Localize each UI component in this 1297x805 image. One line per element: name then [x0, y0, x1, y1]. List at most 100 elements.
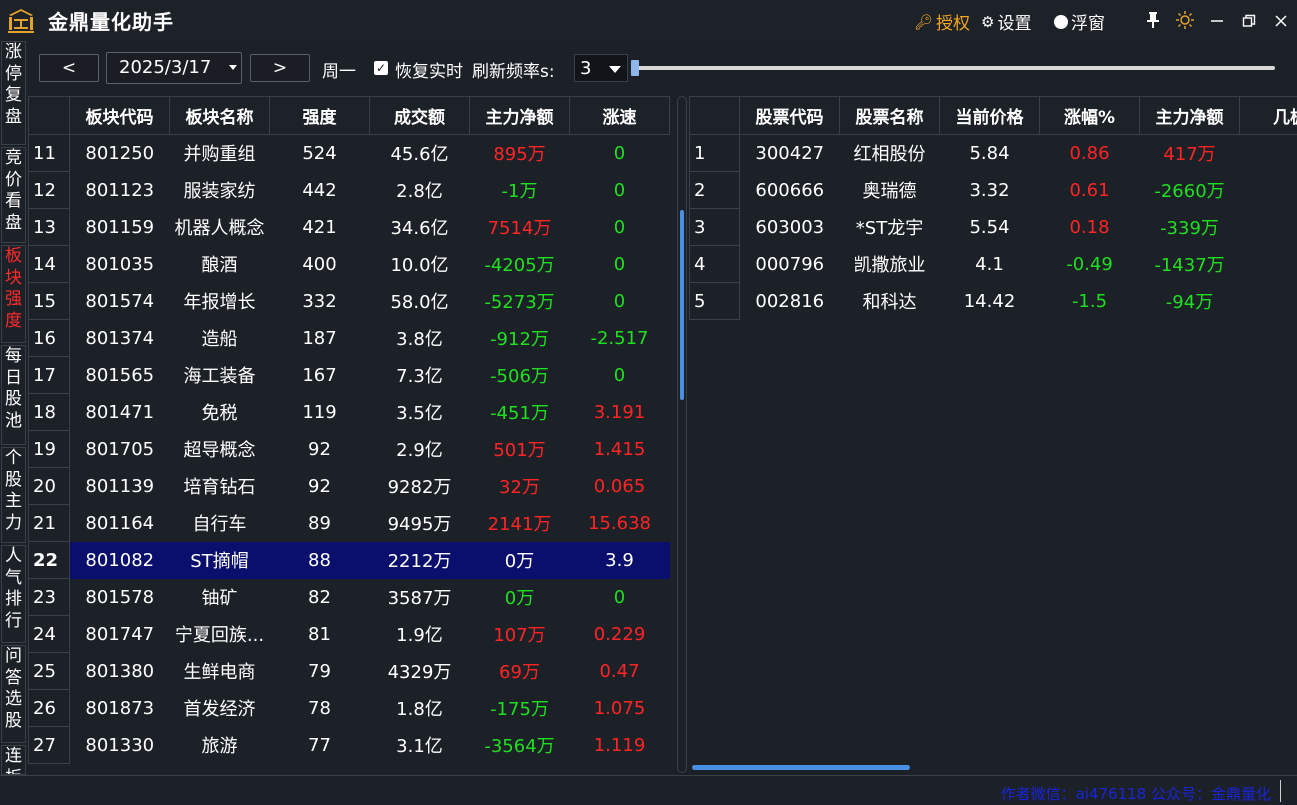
table-row[interactable]: 19 801705 超导概念 92 2.9亿 501万 1.415	[28, 430, 670, 468]
app-title: 金鼎量化助手	[48, 10, 174, 34]
column-header[interactable]	[689, 96, 740, 135]
prev-date-button[interactable]: <	[39, 54, 99, 82]
table-row[interactable]: 27 801330 旅游 77 3.1亿 -3564万 1.119	[28, 726, 670, 764]
table-row[interactable]: 21 801164 自行车 89 9495万 2141万 15.638	[28, 504, 670, 542]
cell-code: 801873	[85, 697, 155, 719]
vertical-scrollbar[interactable]	[677, 96, 687, 773]
cell-amount: 1.9亿	[396, 625, 443, 646]
cell-speed: 0	[613, 142, 626, 164]
minimize-icon[interactable]	[1210, 14, 1224, 28]
column-header[interactable]: 强度	[269, 96, 370, 135]
table-row[interactable]: 15 801574 年报增长 332 58.0亿 -5273万 0	[28, 282, 670, 320]
table-row[interactable]: 16 801374 造船 187 3.8亿 -912万 -2.517	[28, 319, 670, 357]
table-row[interactable]: 11 801250 并购重组 524 45.6亿 895万 0	[28, 134, 670, 172]
cell-code: 600666	[755, 179, 825, 201]
cell-strength: 92	[308, 475, 331, 497]
cell-net: -1437万	[1154, 255, 1225, 276]
cell-code: 801574	[85, 290, 155, 312]
restore-realtime-checkbox[interactable]: ✓	[374, 61, 388, 75]
table-row[interactable]: 13 801159 机器人概念 421 34.6亿 7514万 0	[28, 208, 670, 246]
cell-amount: 1.8亿	[396, 699, 443, 720]
horizontal-scrollbar[interactable]	[690, 763, 1297, 773]
column-header[interactable]: 股票代码	[739, 96, 840, 135]
sidebar-item-daily-pool[interactable]: 每日股池	[1, 345, 26, 445]
sidebar-item-auction-watch[interactable]: 竞价看盘	[1, 147, 26, 243]
column-header[interactable]: 涨幅%	[1039, 96, 1140, 135]
cell-strength: 81	[308, 623, 331, 645]
float-window-button[interactable]: 浮窗	[1054, 9, 1105, 34]
cell-name: 培育钻石	[183, 477, 256, 498]
cell-speed: 0.065	[593, 475, 646, 497]
table-row[interactable]: 23 801578 铀矿 82 3587万 0万 0	[28, 578, 670, 616]
cell-strength: 78	[308, 697, 331, 719]
table-row[interactable]: 24 801747 宁夏回族... 81 1.9亿 107万 0.229	[28, 615, 670, 653]
cell-amount: 34.6亿	[390, 218, 449, 239]
close-icon[interactable]	[1274, 14, 1288, 28]
column-header[interactable]: 板块代码	[69, 96, 170, 135]
column-header[interactable]: 板块名称	[169, 96, 270, 135]
refresh-rate-select[interactable]: 3	[574, 54, 628, 82]
title-bar: 金鼎量化助手 🔑︎ 授权 ⚙ 设置 浮窗	[0, 0, 1297, 40]
table-row[interactable]: 20 801139 培育钻石 92 9282万 32万 0.065	[28, 467, 670, 505]
theme-sun-icon[interactable]	[1176, 11, 1194, 29]
sidebar-item-limit-up-review[interactable]: 涨停复盘	[1, 41, 26, 145]
sidebar-item-qa-stock-pick[interactable]: 问答选股	[1, 645, 26, 743]
cell-amount: 9282万	[387, 477, 452, 498]
column-header[interactable]: 几板	[1239, 96, 1297, 135]
column-header[interactable]: 成交额	[369, 96, 470, 135]
cell-amount: 45.6亿	[390, 144, 449, 166]
settings-button[interactable]: ⚙ 设置	[981, 9, 1032, 35]
table-row[interactable]: 12 801123 服装家纺 442 2.8亿 -1万 0	[28, 171, 670, 209]
column-header[interactable]: 主力净额	[1139, 96, 1240, 135]
auth-button[interactable]: 🔑︎ 授权	[914, 9, 970, 35]
table-row[interactable]: 14 801035 酿酒 400 10.0亿 -4205万 0	[28, 245, 670, 283]
column-header[interactable]: 股票名称	[839, 96, 940, 135]
table-row[interactable]: 22 801082 ST摘帽 88 2212万 0万 3.9	[28, 541, 670, 579]
table-row[interactable]: 17 801565 海工装备 167 7.3亿 -506万 0	[28, 356, 670, 394]
column-header[interactable]: 主力净额	[469, 96, 570, 135]
cell-name: 服装家纺	[183, 181, 256, 202]
sidebar-item-popularity-rank[interactable]: 人气排行	[1, 545, 26, 643]
scrollbar-thumb[interactable]	[680, 210, 684, 400]
sector-table-panel: 板块代码 板块名称 强度 成交额 主力净额 涨速 11 801250 并购重组 524 45.6亿…	[28, 96, 670, 774]
table-row[interactable]: 26 801873 首发经济 78 1.8亿 -175万 1.075	[28, 689, 670, 727]
table-row[interactable]: 18 801471 免税 119 3.5亿 -451万 3.191	[28, 393, 670, 431]
slider-track[interactable]	[635, 66, 1275, 70]
slider-thumb[interactable]	[631, 60, 639, 76]
restore-icon[interactable]	[1242, 14, 1256, 28]
sidebar-item-consecutive-limit[interactable]: 连板	[1, 745, 26, 775]
status-bar: 作者微信：ai476118 公众号：金鼎量化	[0, 775, 1297, 805]
scrollbar-thumb[interactable]	[692, 765, 910, 770]
cell-speed: -2.517	[590, 327, 649, 349]
cell-n: 13	[28, 208, 70, 246]
cell-speed: 1.415	[593, 438, 646, 460]
chevron-down-icon[interactable]	[229, 65, 237, 70]
cell-net: -3564万	[484, 736, 555, 757]
table-row[interactable]: 2 600666 奥瑞德 3.32 0.61 -2660万	[689, 171, 1297, 209]
cell-code: 801747	[85, 623, 155, 645]
cell-name: 机器人概念	[174, 218, 265, 239]
sidebar-item-sector-strength[interactable]: 板块强度	[1, 245, 26, 343]
table-row[interactable]: 1 300427 红相股份 5.84 0.86 417万	[689, 134, 1297, 172]
cell-name: 旅游	[201, 736, 238, 757]
cell-name: 超导概念	[183, 440, 256, 461]
table-row[interactable]: 3 603003 *ST龙宇 5.54 0.18 -339万	[689, 208, 1297, 246]
table-row[interactable]: 25 801380 生鲜电商 79 4329万 69万 0.47	[28, 652, 670, 690]
cell-boards	[1240, 246, 1297, 283]
cell-n: 11	[28, 134, 70, 172]
settings-label: 设置	[997, 14, 1032, 34]
cell-n: 3	[689, 208, 740, 246]
next-date-button[interactable]: >	[250, 54, 310, 82]
pin-icon[interactable]	[1145, 11, 1161, 29]
cell-strength: 92	[308, 438, 331, 460]
column-header[interactable]: 当前价格	[939, 96, 1040, 135]
cell-name: 铀矿	[201, 588, 238, 609]
table-row[interactable]: 5 002816 和科达 14.42 -1.5 -94万	[689, 282, 1297, 320]
cell-n: 19	[28, 430, 70, 468]
sidebar-item-stock-main-force[interactable]: 个股主力	[1, 447, 26, 543]
date-picker[interactable]: 2025/3/17	[106, 52, 242, 84]
column-header[interactable]	[28, 96, 70, 135]
cell-net: -912万	[490, 329, 549, 350]
column-header[interactable]: 涨速	[569, 96, 670, 135]
table-row[interactable]: 4 000796 凯撒旅业 4.1 -0.49 -1437万	[689, 245, 1297, 283]
